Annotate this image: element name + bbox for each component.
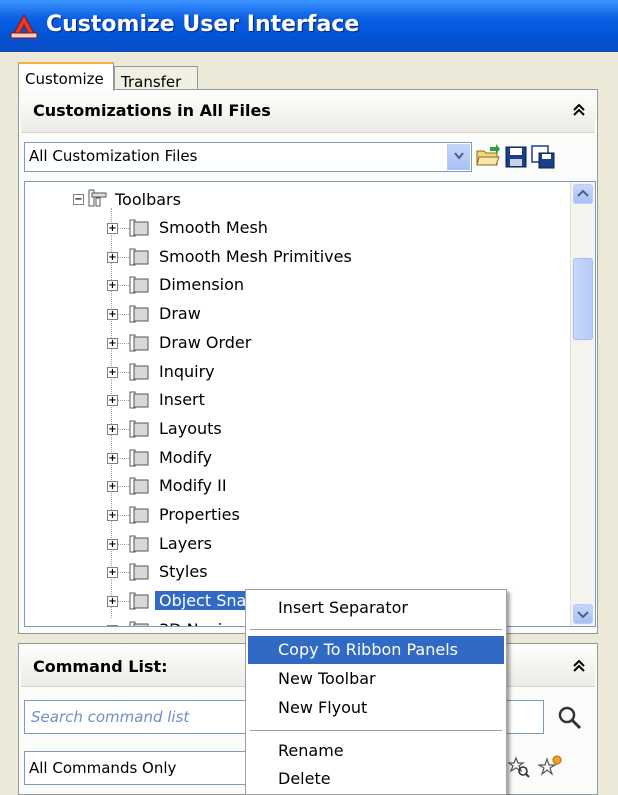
command-list-title: Command List: xyxy=(33,657,168,676)
expand-toggle-icon[interactable]: + xyxy=(107,280,118,292)
collapse-chevron-icon[interactable] xyxy=(569,102,589,122)
expand-toggle-icon[interactable]: + xyxy=(107,452,118,464)
menu-item-label: Delete xyxy=(278,769,331,788)
toolbar-icon xyxy=(129,276,149,294)
toolbar-icon xyxy=(129,248,149,266)
toolbar-icon xyxy=(129,334,149,352)
tree-item-label: Modify xyxy=(159,447,213,467)
title-bar[interactable]: Customize User Interface xyxy=(0,0,618,52)
dropdown-arrow-button[interactable] xyxy=(447,144,470,170)
collapse-chevron-icon[interactable] xyxy=(569,658,589,678)
menu-item-copy-to-ribbon-panels[interactable]: Copy To Ribbon Panels xyxy=(248,636,504,664)
tree-item-label: Layouts xyxy=(159,418,222,438)
expand-toggle-icon[interactable]: + xyxy=(107,596,118,608)
window-title: Customize User Interface xyxy=(46,12,360,37)
expand-toggle-icon[interactable]: + xyxy=(107,366,118,378)
toolbar-icon xyxy=(129,305,149,323)
tree-item-label: Layers xyxy=(159,533,212,553)
expand-toggle-icon[interactable]: + xyxy=(107,624,118,626)
menu-item-label: Rename xyxy=(278,741,344,760)
tree-vertical-scrollbar[interactable] xyxy=(570,182,595,626)
menu-item-label: Insert Separator xyxy=(278,598,408,617)
save-as-icon[interactable] xyxy=(530,144,556,170)
customization-files-value: All Customization Files xyxy=(29,147,198,165)
menu-item-new-flyout[interactable]: New Flyout xyxy=(248,694,504,722)
toolbars-folder-icon xyxy=(88,189,107,207)
menu-separator xyxy=(250,629,502,630)
tree-item-label: Smooth Mesh Primitives xyxy=(159,246,352,266)
tab-transfer[interactable]: Transfer xyxy=(114,66,198,91)
toolbar-icon xyxy=(129,363,149,380)
tree-item-label: Styles xyxy=(159,562,208,582)
toolbar-icon xyxy=(129,535,149,553)
menu-separator xyxy=(250,730,502,731)
customization-files-dropdown[interactable]: All Customization Files xyxy=(24,142,472,172)
expand-toggle-icon[interactable]: + xyxy=(107,510,118,521)
search-icon[interactable] xyxy=(556,704,584,732)
open-file-icon[interactable] xyxy=(475,143,501,169)
toolbar-icon xyxy=(129,506,149,524)
scroll-down-button[interactable] xyxy=(573,604,593,624)
tree-item-label: Draw Order xyxy=(159,332,252,352)
expand-toggle-icon[interactable]: + xyxy=(107,481,118,493)
toolbar-icon xyxy=(129,420,149,438)
tree-item-label: Dimension xyxy=(159,275,245,295)
expand-toggle-icon[interactable]: + xyxy=(107,423,118,435)
scroll-thumb[interactable] xyxy=(573,258,593,340)
menu-item-rename[interactable]: Rename xyxy=(248,737,504,765)
new-command-icon[interactable] xyxy=(538,754,564,778)
menu-item-insert-separator[interactable]: Insert Separator xyxy=(248,594,504,622)
collapse-toggle-icon[interactable]: − xyxy=(73,194,84,205)
tree-item-label: Smooth Mesh xyxy=(159,218,268,237)
expand-toggle-icon[interactable]: + xyxy=(107,395,118,407)
menu-item-label: Copy To Ribbon Panels xyxy=(278,640,458,659)
expand-toggle-icon[interactable]: + xyxy=(107,567,118,579)
tree-connector-line xyxy=(111,208,112,618)
search-placeholder: Search command list xyxy=(31,708,190,726)
scroll-up-button[interactable] xyxy=(573,184,593,204)
tab-strip: Customize Transfer xyxy=(0,52,618,91)
customizations-panel-title: Customizations in All Files xyxy=(33,101,271,120)
toolbar-icon xyxy=(129,563,149,581)
find-command-icon[interactable] xyxy=(508,756,530,778)
expand-toggle-icon[interactable]: + xyxy=(107,223,118,234)
toolbar-icon xyxy=(129,449,149,467)
tree-item-label: Draw xyxy=(159,304,201,324)
expand-toggle-icon[interactable]: + xyxy=(107,309,118,321)
menu-item-delete[interactable]: Delete xyxy=(248,765,504,793)
autocad-app-icon xyxy=(10,13,38,39)
tree-item-label: Modify II xyxy=(159,476,227,496)
menu-item-label: New Toolbar xyxy=(278,669,376,688)
customizations-panel-header: Customizations in All Files xyxy=(21,92,595,133)
chevron-down-icon xyxy=(454,152,464,160)
toolbar-icon xyxy=(129,592,149,610)
tree-item-label: Toolbars xyxy=(115,190,181,209)
tree-item-label: 3D Naviga xyxy=(159,620,242,626)
menu-item-new-toolbar[interactable]: New Toolbar xyxy=(248,665,504,693)
tree-item-label: Object Sna xyxy=(155,591,251,611)
toolbar-icon xyxy=(129,219,149,237)
expand-toggle-icon[interactable]: + xyxy=(107,538,118,550)
tree-item-label: Inquiry xyxy=(159,361,215,381)
tree-item-label: Properties xyxy=(159,505,240,524)
customization-tree[interactable]: − Toolbars + Smooth Mesh + Smooth Mesh Prim… xyxy=(24,181,596,627)
menu-item-label: New Flyout xyxy=(278,698,368,717)
tab-customize[interactable]: Customize xyxy=(18,62,114,91)
expand-toggle-icon[interactable]: + xyxy=(107,251,118,263)
context-menu: Insert Separator Copy To Ribbon Panels N… xyxy=(245,589,507,795)
command-filter-dropdown[interactable]: All Commands Only xyxy=(24,751,264,785)
toolbar-icon xyxy=(129,621,149,626)
save-icon[interactable] xyxy=(503,144,529,170)
command-filter-value: All Commands Only xyxy=(29,759,177,777)
tree-item-label: Insert xyxy=(159,390,205,410)
toolbar-icon xyxy=(129,477,149,495)
chevron-down-icon xyxy=(577,611,589,619)
chevron-up-icon xyxy=(577,189,589,197)
expand-toggle-icon[interactable]: + xyxy=(107,337,118,349)
toolbar-icon xyxy=(129,391,149,409)
